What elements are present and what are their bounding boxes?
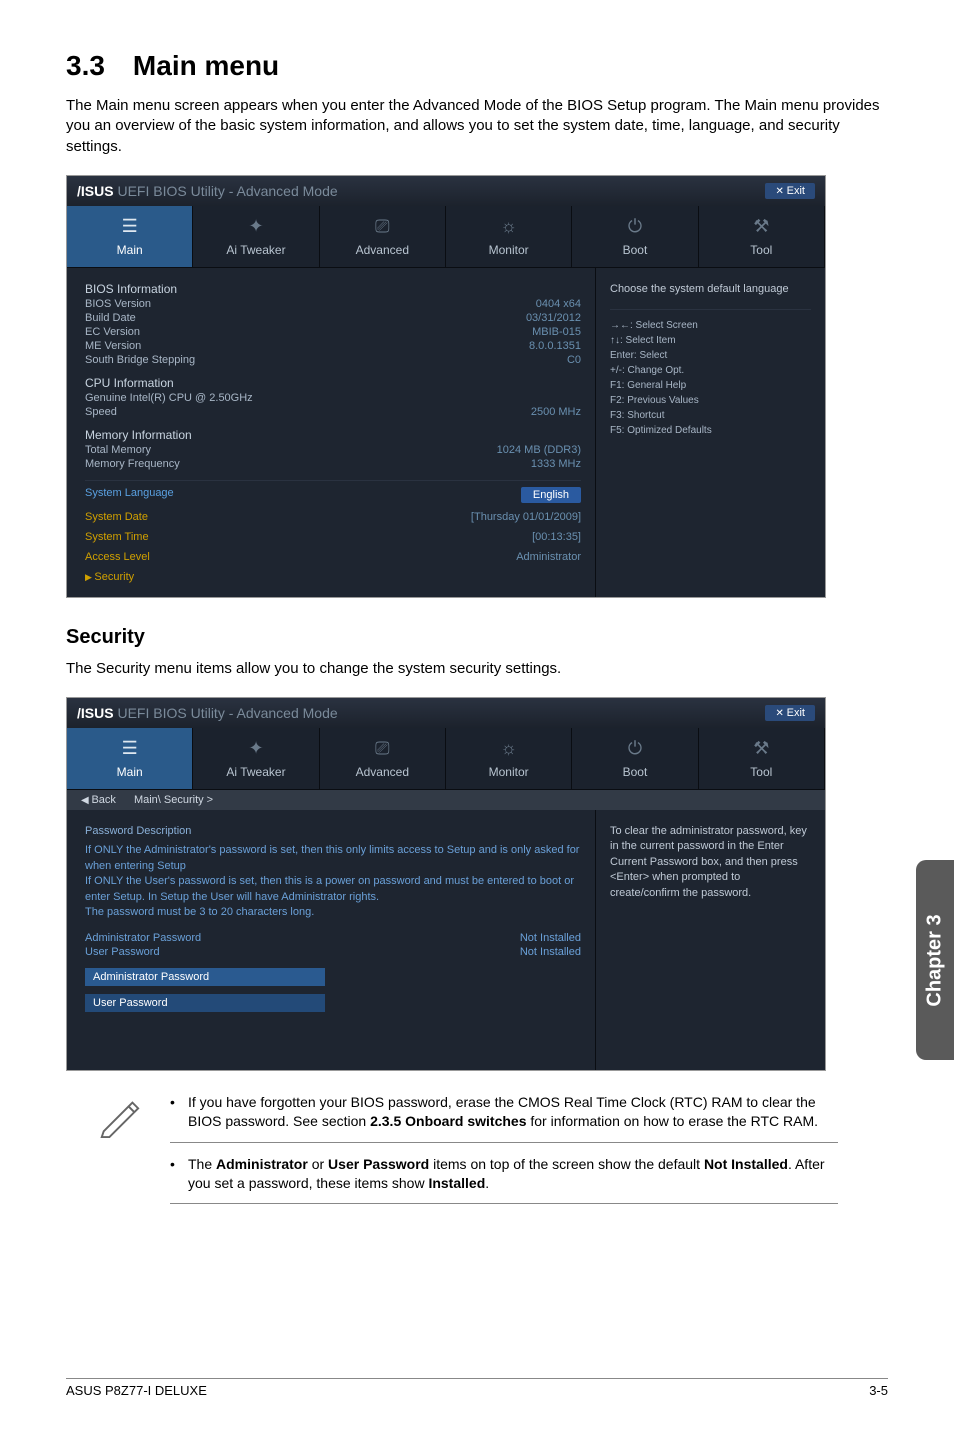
tweaker-icon: ✦ [199, 216, 312, 237]
context-help: To clear the administrator password, key… [610, 824, 811, 901]
tab-ai-tweaker[interactable]: ✦Ai Tweaker [193, 728, 319, 789]
note-item: The Administrator or User Password items… [170, 1155, 838, 1194]
val-speed: 2500 MHz [531, 406, 581, 418]
tool-icon: ⚒ [705, 738, 818, 759]
val-build-date: 03/31/2012 [526, 312, 581, 324]
breadcrumb: Main\ Security > [134, 794, 213, 806]
security-heading: Security [66, 626, 888, 649]
admin-pwd-status: Not Installed [520, 932, 581, 944]
set-admin-password[interactable]: Administrator Password [85, 968, 325, 986]
back-button[interactable]: Back [81, 794, 116, 806]
tab-boot[interactable]: ⏻Boot [572, 728, 698, 789]
tab-tool[interactable]: ⚒Tool [699, 206, 825, 267]
tab-ai-tweaker[interactable]: ✦Ai Tweaker [193, 206, 319, 267]
tab-advanced[interactable]: ⎚Advanced [320, 206, 446, 267]
bios-info-head: BIOS Information [85, 282, 581, 296]
bios-tabs: ☰Main ✦Ai Tweaker ⎚Advanced ☼Monitor ⏻Bo… [67, 206, 825, 268]
list-icon: ☰ [73, 216, 186, 237]
tab-main[interactable]: ☰Main [67, 206, 193, 267]
tab-monitor[interactable]: ☼Monitor [446, 206, 572, 267]
val-total-mem: 1024 MB (DDR3) [497, 444, 581, 456]
pencil-icon [96, 1093, 142, 1139]
access-level-label: Access Level [85, 551, 150, 563]
cpu-info-head: CPU Information [85, 376, 581, 390]
tab-tool[interactable]: ⚒Tool [699, 728, 825, 789]
advanced-icon: ⎚ [326, 738, 439, 759]
nav-keys: →←: Select Screen↑↓: Select ItemEnter: S… [610, 309, 811, 438]
bios-title: UEFI BIOS Utility - Advanced Mode [117, 705, 337, 721]
chapter-tab: Chapter 3 [916, 860, 954, 1060]
label-speed: Speed [85, 406, 117, 418]
monitor-icon: ☼ [452, 216, 565, 237]
val-sb-step: C0 [567, 354, 581, 366]
user-pwd-label: User Password [85, 946, 160, 958]
system-language-dropdown[interactable]: English [521, 487, 581, 503]
divider [170, 1203, 838, 1204]
password-description-body: If ONLY the Administrator's password is … [85, 843, 581, 920]
boot-icon: ⏻ [578, 738, 691, 759]
bios-title: UEFI BIOS Utility - Advanced Mode [117, 183, 337, 199]
bios-security-screenshot: /ISUS UEFI BIOS Utility - Advanced Mode … [66, 697, 826, 1071]
val-bios-version: 0404 x64 [536, 298, 581, 310]
security-submenu[interactable]: Security [85, 571, 134, 583]
bios-tabs: ☰Main ✦Ai Tweaker ⎚Advanced ☼Monitor ⏻Bo… [67, 728, 825, 790]
label-ec-version: EC Version [85, 326, 140, 338]
label-sb-step: South Bridge Stepping [85, 354, 195, 366]
monitor-icon: ☼ [452, 738, 565, 759]
set-user-password[interactable]: User Password [85, 994, 325, 1012]
note-item: If you have forgotten your BIOS password… [170, 1093, 838, 1132]
page-heading: 3.3 Main menu [66, 50, 888, 82]
mem-info-head: Memory Information [85, 428, 581, 442]
tab-main[interactable]: ☰Main [67, 728, 193, 789]
access-level-value: Administrator [516, 551, 581, 563]
system-date-label[interactable]: System Date [85, 511, 148, 523]
bios-main-screenshot: /ISUS UEFI BIOS Utility - Advanced Mode … [66, 175, 826, 598]
list-icon: ☰ [73, 738, 186, 759]
intro-paragraph: The Main menu screen appears when you en… [66, 96, 888, 157]
system-language-label: System Language [85, 487, 174, 503]
tab-advanced[interactable]: ⎚Advanced [320, 728, 446, 789]
label-build-date: Build Date [85, 312, 136, 324]
val-me-version: 8.0.0.1351 [529, 340, 581, 352]
footer-page-number: 3-5 [869, 1383, 888, 1398]
system-date-value[interactable]: [Thursday 01/01/2009] [471, 511, 581, 523]
boot-icon: ⏻ [578, 216, 691, 237]
val-ec-version: MBIB-015 [532, 326, 581, 338]
admin-pwd-label: Administrator Password [85, 932, 201, 944]
advanced-icon: ⎚ [326, 216, 439, 237]
asus-logo: /ISUS [77, 183, 114, 199]
exit-button[interactable]: Exit [765, 183, 815, 199]
asus-logo: /ISUS [77, 705, 114, 721]
page-footer: ASUS P8Z77-I DELUXE 3-5 [66, 1378, 888, 1398]
tweaker-icon: ✦ [199, 738, 312, 759]
context-help: Choose the system default language [610, 282, 811, 297]
label-mem-freq: Memory Frequency [85, 458, 180, 470]
divider [170, 1142, 838, 1143]
label-bios-version: BIOS Version [85, 298, 151, 310]
security-paragraph: The Security menu items allow you to cha… [66, 659, 888, 679]
tab-boot[interactable]: ⏻Boot [572, 206, 698, 267]
system-time-label[interactable]: System Time [85, 531, 149, 543]
label-total-mem: Total Memory [85, 444, 151, 456]
exit-button[interactable]: Exit [765, 705, 815, 721]
password-description-head: Password Description [85, 824, 581, 839]
footer-model: ASUS P8Z77-I DELUXE [66, 1383, 207, 1398]
system-time-value[interactable]: [00:13:35] [532, 531, 581, 543]
tab-monitor[interactable]: ☼Monitor [446, 728, 572, 789]
user-pwd-status: Not Installed [520, 946, 581, 958]
tool-icon: ⚒ [705, 216, 818, 237]
label-cpu-name: Genuine Intel(R) CPU @ 2.50GHz [85, 392, 253, 404]
val-mem-freq: 1333 MHz [531, 458, 581, 470]
note-block: If you have forgotten your BIOS password… [96, 1093, 838, 1216]
label-me-version: ME Version [85, 340, 141, 352]
